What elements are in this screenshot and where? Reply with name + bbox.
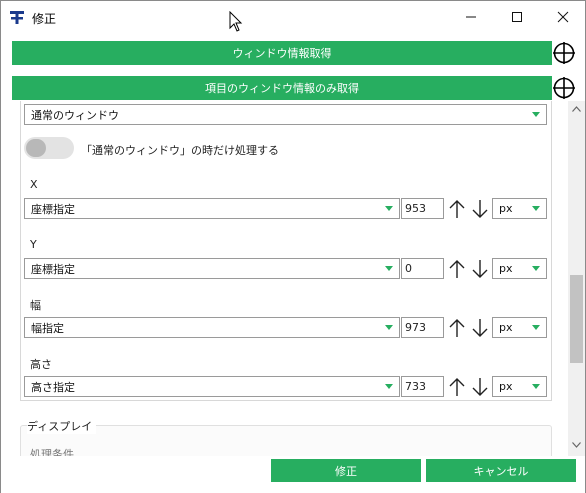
scroll-up-button[interactable] bbox=[568, 101, 585, 117]
arrow-up-icon bbox=[449, 259, 464, 278]
display-section-title: ディスプレイ bbox=[27, 418, 97, 434]
mouse-cursor-icon bbox=[229, 11, 243, 32]
x-decrement-button[interactable] bbox=[468, 198, 491, 219]
x-increment-button[interactable] bbox=[445, 198, 468, 219]
cancel-button[interactable]: キャンセル bbox=[426, 459, 576, 482]
get-window-info-button[interactable]: ウィンドウ情報取得 bbox=[12, 41, 552, 65]
section-divider bbox=[84, 425, 544, 426]
y-unit-select[interactable]: px bbox=[492, 258, 547, 279]
y-decrement-button[interactable] bbox=[468, 258, 491, 279]
width-unit-value: px bbox=[499, 321, 513, 334]
y-value-input[interactable]: 0 bbox=[401, 258, 444, 279]
height-mode-value: 高さ指定 bbox=[31, 380, 75, 394]
title-bar[interactable]: 修正 bbox=[1, 1, 585, 33]
normal-window-only-toggle[interactable] bbox=[24, 137, 74, 159]
arrow-down-icon bbox=[472, 259, 487, 278]
y-mode-value: 座標指定 bbox=[31, 262, 75, 276]
close-icon bbox=[557, 11, 569, 23]
window-state-select[interactable]: 通常のウィンドウ bbox=[24, 104, 547, 125]
dialog-window: 修正 ウィンドウ情報取得 項目のウィンドウ情報のみ取得 通常のウィンドウ 「通常… bbox=[0, 0, 586, 493]
minimize-button[interactable] bbox=[448, 1, 494, 33]
height-value-input[interactable]: 733 bbox=[401, 376, 444, 397]
maximize-button[interactable] bbox=[494, 1, 540, 33]
height-decrement-button[interactable] bbox=[468, 376, 491, 397]
chevron-down-icon bbox=[385, 206, 393, 211]
height-increment-button[interactable] bbox=[445, 376, 468, 397]
height-label: 高さ bbox=[30, 358, 52, 371]
chevron-down-icon bbox=[385, 266, 393, 271]
width-mode-value: 幅指定 bbox=[31, 321, 64, 335]
arrow-up-icon bbox=[449, 318, 464, 337]
chevron-down-icon bbox=[572, 442, 581, 448]
arrow-down-icon bbox=[472, 318, 487, 337]
chevron-down-icon bbox=[385, 325, 393, 330]
width-unit-select[interactable]: px bbox=[492, 317, 547, 338]
normal-window-only-label: 「通常のウィンドウ」の時だけ処理する bbox=[81, 144, 279, 157]
vertical-scrollbar[interactable] bbox=[568, 101, 585, 456]
height-mode-select[interactable]: 高さ指定 bbox=[24, 376, 400, 397]
minimize-icon bbox=[466, 16, 476, 18]
maximize-icon bbox=[512, 12, 522, 22]
arrow-down-icon bbox=[472, 199, 487, 218]
x-value-input[interactable]: 953 bbox=[401, 198, 444, 219]
width-value-input[interactable]: 973 bbox=[401, 317, 444, 338]
get-item-window-info-button[interactable]: 項目のウィンドウ情報のみ取得 bbox=[12, 76, 552, 100]
condition-label: 処理条件 bbox=[30, 448, 74, 456]
chevron-down-icon bbox=[532, 325, 540, 330]
x-mode-value: 座標指定 bbox=[31, 202, 75, 216]
y-increment-button[interactable] bbox=[445, 258, 468, 279]
arrow-up-icon bbox=[449, 377, 464, 396]
window-title: 修正 bbox=[32, 12, 57, 26]
close-button[interactable] bbox=[540, 1, 586, 33]
crosshair-target-icon[interactable] bbox=[552, 76, 576, 100]
crosshair-target-icon[interactable] bbox=[552, 41, 576, 65]
height-unit-select[interactable]: px bbox=[492, 376, 547, 397]
chevron-down-icon bbox=[532, 384, 540, 389]
width-increment-button[interactable] bbox=[445, 317, 468, 338]
chevron-down-icon bbox=[532, 206, 540, 211]
x-unit-value: px bbox=[499, 202, 513, 215]
window-state-value: 通常のウィンドウ bbox=[31, 108, 119, 122]
app-icon bbox=[10, 11, 24, 24]
x-label: X bbox=[30, 178, 38, 191]
height-unit-value: px bbox=[499, 380, 513, 393]
y-mode-select[interactable]: 座標指定 bbox=[24, 258, 400, 279]
y-label: Y bbox=[30, 238, 37, 251]
width-label: 幅 bbox=[30, 299, 41, 312]
arrow-down-icon bbox=[472, 377, 487, 396]
y-unit-value: px bbox=[499, 262, 513, 275]
chevron-down-icon bbox=[385, 384, 393, 389]
arrow-up-icon bbox=[449, 199, 464, 218]
x-mode-select[interactable]: 座標指定 bbox=[24, 198, 400, 219]
x-unit-select[interactable]: px bbox=[492, 198, 547, 219]
scroll-thumb[interactable] bbox=[570, 275, 583, 363]
width-mode-select[interactable]: 幅指定 bbox=[24, 317, 400, 338]
scroll-down-button[interactable] bbox=[568, 437, 585, 453]
chevron-down-icon bbox=[532, 266, 540, 271]
width-decrement-button[interactable] bbox=[468, 317, 491, 338]
ok-button[interactable]: 修正 bbox=[271, 459, 421, 482]
chevron-up-icon bbox=[572, 106, 581, 112]
toggle-knob bbox=[26, 139, 46, 157]
chevron-down-icon bbox=[532, 112, 540, 117]
